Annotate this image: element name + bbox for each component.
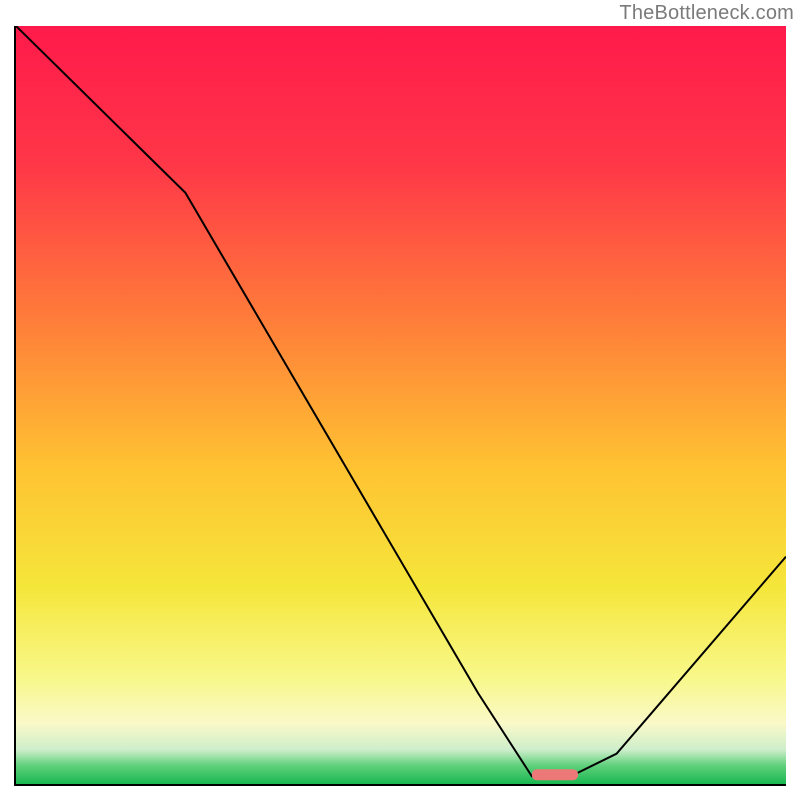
curve-layer [16,26,786,784]
plot-area [14,26,786,786]
watermark-text: TheBottleneck.com [619,2,794,25]
chart-container: TheBottleneck.com [0,0,800,800]
bottleneck-curve [16,26,786,776]
optimal-marker [532,769,578,780]
